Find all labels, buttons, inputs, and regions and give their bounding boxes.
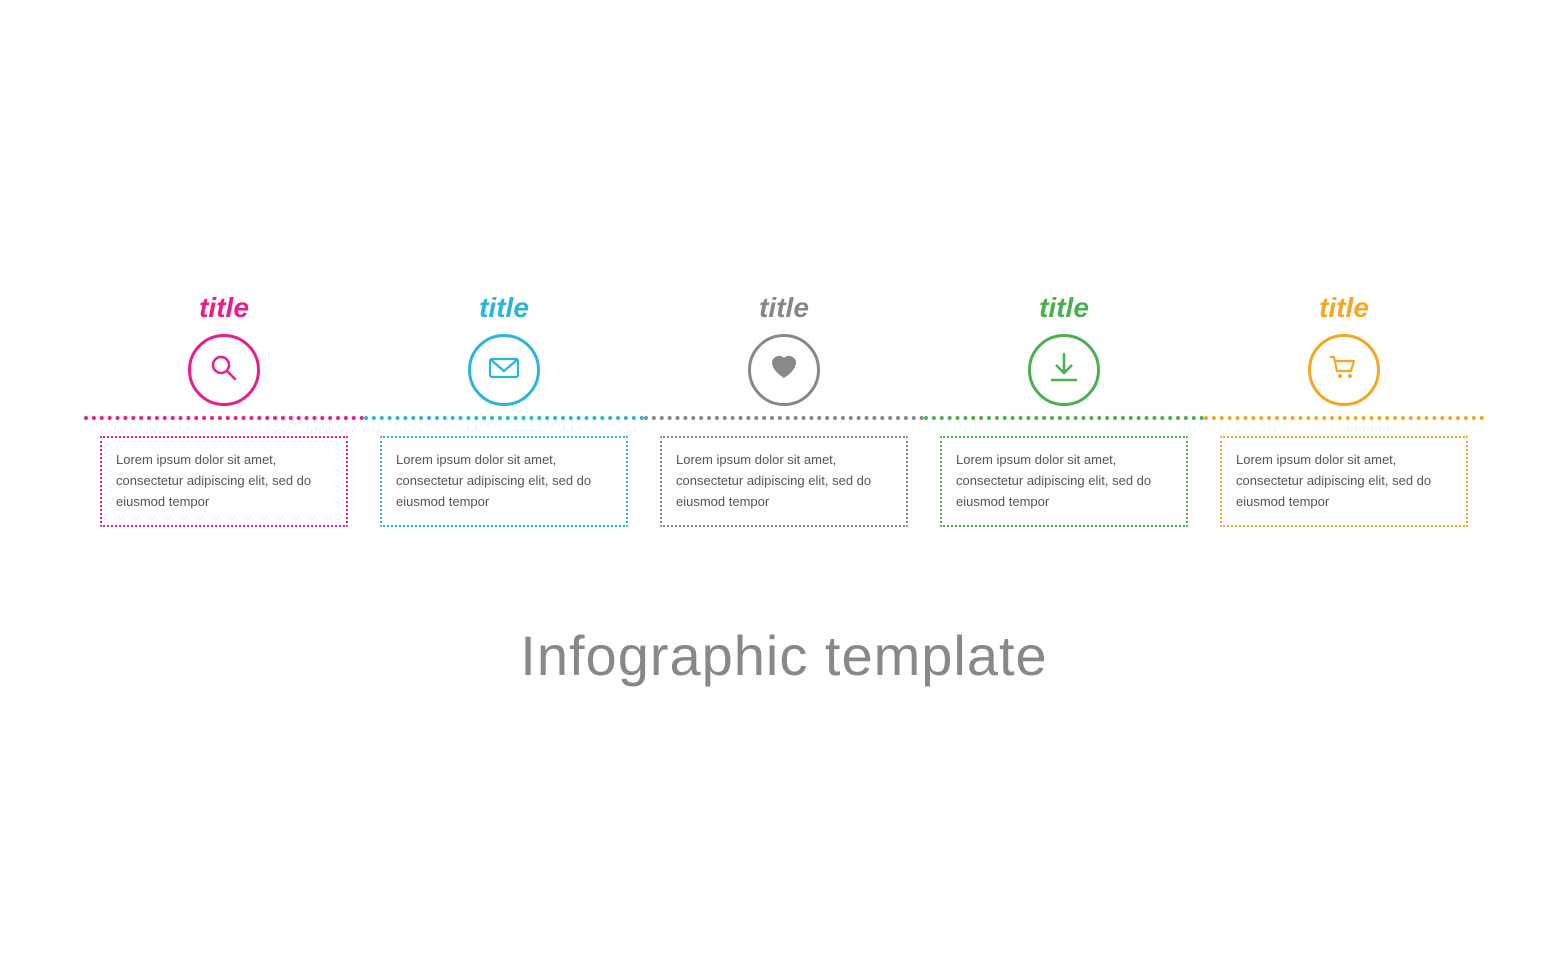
step-1-title: title	[199, 292, 249, 324]
desc-box-5-inner: Lorem ipsum dolor sit amet, consectetur …	[1220, 436, 1468, 526]
mail-icon	[486, 350, 522, 391]
desc-box-4: Lorem ipsum dolor sit amet, consectetur …	[924, 424, 1204, 542]
desc-box-4-inner: Lorem ipsum dolor sit amet, consectetur …	[940, 436, 1188, 526]
heart-icon	[766, 350, 802, 391]
desc-box-2-inner: Lorem ipsum dolor sit amet, consectetur …	[380, 436, 628, 526]
desc-text-5: Lorem ipsum dolor sit amet, consectetur …	[1236, 452, 1431, 509]
timeline-row: title title	[84, 292, 1484, 406]
step-1-icon-wrapper	[188, 334, 260, 406]
bottom-title: Infographic template	[520, 623, 1047, 688]
step-2: title	[364, 292, 644, 406]
step-1: title	[84, 292, 364, 406]
step-2-title: title	[479, 292, 529, 324]
desc-text-2: Lorem ipsum dolor sit amet, consectetur …	[396, 452, 591, 509]
search-icon	[206, 350, 242, 391]
step-5-title: title	[1319, 292, 1369, 324]
step-5-icon-wrapper	[1308, 334, 1380, 406]
step-4-icon-wrapper	[1028, 334, 1100, 406]
step-3-icon-wrapper	[748, 334, 820, 406]
step-3-title: title	[759, 292, 809, 324]
desc-box-2: Lorem ipsum dolor sit amet, consectetur …	[364, 424, 644, 542]
desc-box-3: Lorem ipsum dolor sit amet, consectetur …	[644, 424, 924, 542]
dotted-line-row	[84, 414, 1484, 424]
step-5: title	[1204, 292, 1484, 406]
dot-segment-2	[364, 416, 644, 422]
step-2-icon-wrapper	[468, 334, 540, 406]
desc-row: Lorem ipsum dolor sit amet, consectetur …	[84, 424, 1484, 542]
dot-segment-1	[84, 416, 364, 422]
step-3: title	[644, 292, 924, 406]
step-4-title: title	[1039, 292, 1089, 324]
download-icon	[1046, 350, 1082, 391]
desc-text-3: Lorem ipsum dolor sit amet, consectetur …	[676, 452, 871, 509]
cart-icon	[1326, 350, 1362, 391]
desc-box-5: Lorem ipsum dolor sit amet, consectetur …	[1204, 424, 1484, 542]
infographic-container: title title	[84, 292, 1484, 687]
desc-box-1-inner: Lorem ipsum dolor sit amet, consectetur …	[100, 436, 348, 526]
step-4: title	[924, 292, 1204, 406]
dot-segment-3	[644, 416, 924, 422]
desc-box-1: Lorem ipsum dolor sit amet, consectetur …	[84, 424, 364, 542]
desc-text-1: Lorem ipsum dolor sit amet, consectetur …	[116, 452, 311, 509]
dot-segment-4	[924, 416, 1204, 422]
desc-text-4: Lorem ipsum dolor sit amet, consectetur …	[956, 452, 1151, 509]
desc-box-3-inner: Lorem ipsum dolor sit amet, consectetur …	[660, 436, 908, 526]
dot-segment-5	[1204, 416, 1484, 422]
